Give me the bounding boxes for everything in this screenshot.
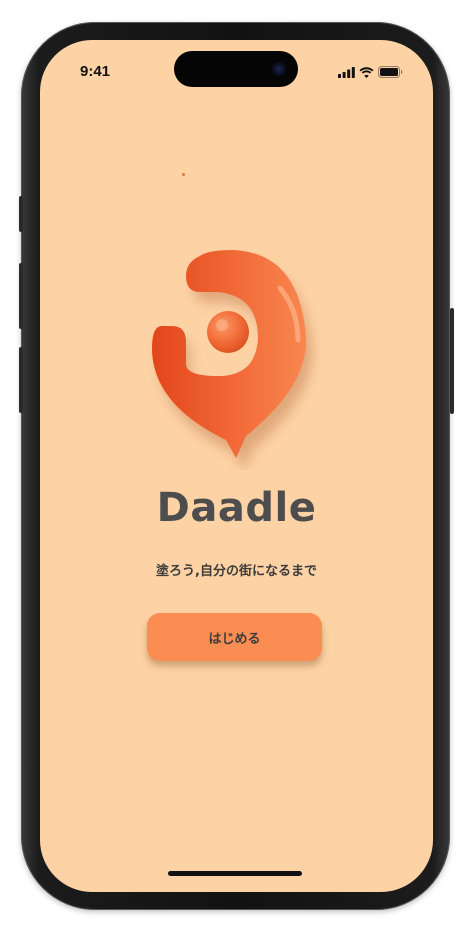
volume-down-button [19, 347, 23, 413]
wifi-icon [359, 66, 374, 78]
front-camera-icon [272, 62, 286, 76]
action-button [19, 196, 23, 232]
decorative-dot [182, 173, 185, 176]
power-button [450, 308, 454, 414]
cellular-signal-icon [338, 66, 355, 78]
status-icons [338, 66, 403, 78]
status-time: 9:41 [80, 63, 111, 80]
daadle-pin-logo [152, 250, 313, 470]
battery-icon [378, 66, 403, 78]
home-indicator[interactable] [168, 871, 302, 876]
volume-up-button [19, 263, 23, 329]
dynamic-island [174, 51, 298, 87]
start-button[interactable]: はじめる [147, 613, 322, 661]
app-tagline: 塗ろう,自分の街になるまで [156, 564, 317, 579]
start-button-label: はじめる [208, 631, 261, 647]
app-name: Daadle [156, 485, 317, 531]
